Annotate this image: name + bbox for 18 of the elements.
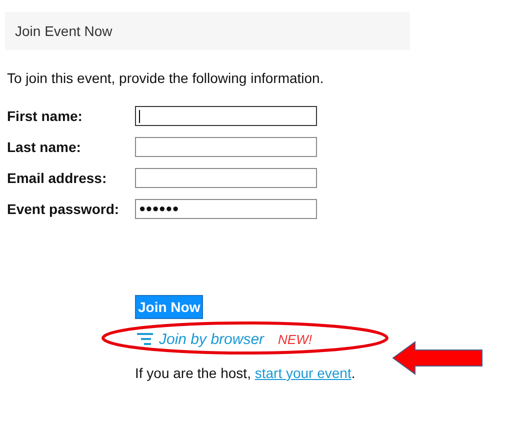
arrow-icon [392, 341, 484, 375]
field-label: Event password: [7, 201, 120, 217]
join-by-browser-link[interactable]: Join by browser [159, 330, 264, 348]
input-field[interactable] [135, 137, 317, 157]
input-field[interactable] [135, 106, 317, 126]
page-title: Join Event Now [15, 23, 112, 39]
host-note: If you are the host, start your event. [135, 365, 356, 381]
field-label: First name: [7, 108, 84, 124]
join-button[interactable]: Join Now [135, 295, 204, 319]
input-field[interactable] [135, 168, 317, 188]
password-dots: ●●●●●● [139, 203, 179, 215]
new-label: NEW! [278, 332, 312, 346]
input-field[interactable]: ●●●●●● [135, 199, 317, 219]
field-label: Last name: [7, 139, 82, 155]
field-label: Email address: [7, 170, 108, 186]
start-event-link[interactable]: start your event [254, 365, 352, 381]
intro-text: To join this event, provide the following information. [7, 70, 325, 86]
lines-icon [135, 332, 155, 346]
